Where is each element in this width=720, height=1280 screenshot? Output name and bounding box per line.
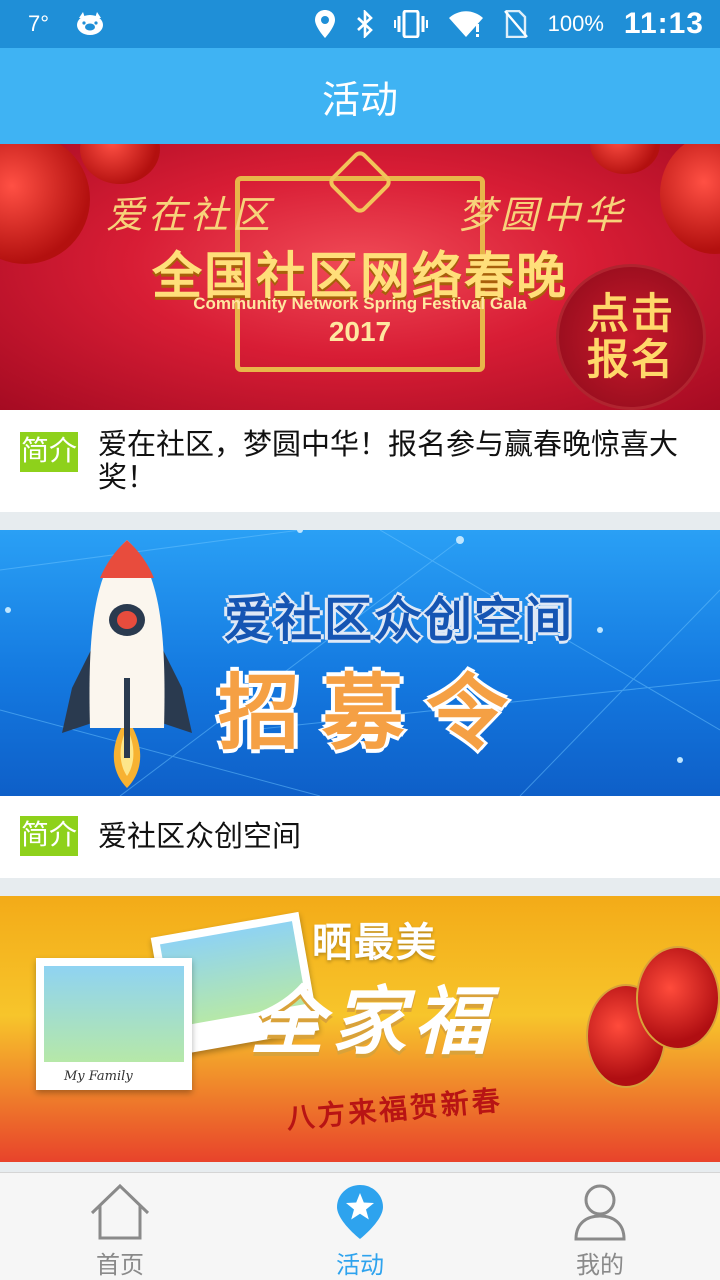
rocket-icon (62, 540, 192, 788)
signup-badge-line1: 点击 (586, 289, 675, 338)
spring-gala-banner-image[interactable]: 爱在社区 梦圆中华 全国社区网络春晚 Community Network Spr… (0, 144, 720, 410)
vibrate-icon (393, 10, 428, 38)
maker-space-banner-image[interactable]: 爱社区众创空间 招募令 (0, 530, 720, 796)
signup-badge[interactable]: 点击 报名 (556, 264, 706, 410)
activity-card[interactable]: My Family 晒最美 全家福 八方来福贺新春 (0, 896, 720, 1162)
signup-badge-line2: 报名 (586, 335, 675, 384)
nav-label-activity: 活动 (336, 1251, 384, 1279)
weather-pig-icon (75, 12, 105, 36)
activity-feed[interactable]: 爱在社区 梦圆中华 全国社区网络春晚 Community Network Spr… (0, 144, 720, 1172)
family-photo-banner-image[interactable]: My Family 晒最美 全家福 八方来福贺新春 (0, 896, 720, 1162)
activity-description: 爱社区众创空间 (98, 818, 302, 853)
battery-percent: 100% (547, 11, 604, 36)
family-photo: My Family (36, 958, 192, 1090)
bluetooth-icon (356, 10, 374, 38)
wifi-icon (448, 10, 484, 38)
clock: 11:13 (623, 7, 704, 40)
lantern-decoration (80, 144, 160, 184)
intro-tag: 简介 (20, 816, 79, 856)
activity-card[interactable]: 爱社区众创空间 招募令 简介 爱社区众创空间 (0, 530, 720, 878)
activity-card[interactable]: 爱在社区 梦圆中华 全国社区网络春晚 Community Network Spr… (0, 144, 720, 512)
star-pin-icon (337, 1185, 383, 1239)
bottom-navigation: 首页 活动 我的 (0, 1172, 720, 1280)
nav-label-home: 首页 (96, 1251, 144, 1279)
temperature-text: 7° (28, 11, 50, 36)
page-title: 活动 (321, 77, 398, 122)
banner-subtitle: 招募令 (218, 666, 531, 761)
intro-tag: 简介 (20, 432, 79, 472)
activity-caption[interactable]: 简介 爱在社区，梦圆中华！报名参与赢春晚惊喜大奖！ (0, 410, 720, 512)
activity-description: 爱在社区，梦圆中华！报名参与赢春晚惊喜大奖！ (98, 427, 679, 494)
nav-item-home[interactable]: 首页 (0, 1173, 240, 1280)
photo-caption: My Family (64, 1069, 133, 1084)
nav-label-mine: 我的 (576, 1251, 624, 1279)
activity-caption[interactable]: 简介 爱社区众创空间 (0, 796, 720, 878)
lantern-decoration (636, 946, 720, 1050)
nav-item-activity[interactable]: 活动 (240, 1173, 480, 1280)
banner-title: 全家福 (250, 979, 496, 1065)
status-bar: 7° 100% 11:13 (0, 0, 720, 48)
person-icon (574, 1184, 626, 1241)
banner-subtitle: 八方来福贺新春 (285, 1083, 505, 1136)
banner-title: 爱社区众创空间 (224, 592, 575, 648)
location-icon (314, 10, 336, 38)
banner-top-text: 晒最美 (312, 920, 438, 966)
nav-item-mine[interactable]: 我的 (480, 1173, 720, 1280)
no-sim-icon (503, 10, 528, 38)
page-title-bar: 活动 (0, 48, 720, 144)
banner-slogan-right: 梦圆中华 (458, 193, 627, 237)
home-icon (90, 1183, 150, 1240)
lantern-decoration (590, 144, 660, 174)
banner-slogan-left: 爱在社区 (106, 193, 275, 237)
